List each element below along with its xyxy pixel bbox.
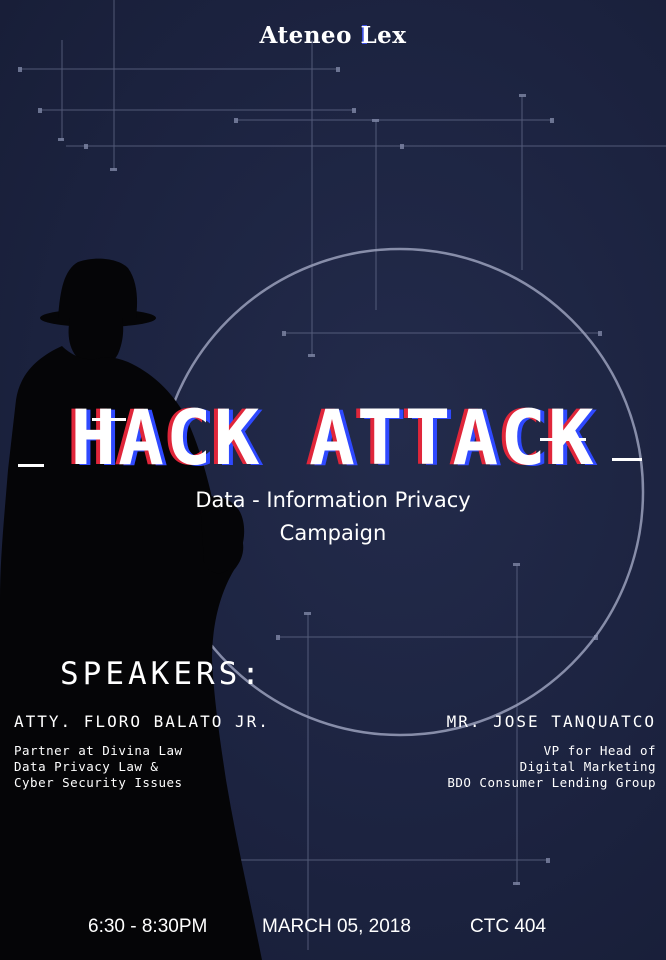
glitch-streak (540, 438, 586, 441)
speaker-right-role-line: VP for Head of (543, 743, 656, 758)
event-date: MARCH 05, 2018 (262, 916, 411, 937)
speaker-left-role-line: Data Privacy Law & (14, 759, 159, 774)
speaker-right-role-line: BDO Consumer Lending Group (447, 775, 656, 790)
speaker-right-role-line: Digital Marketing (519, 759, 656, 774)
speaker-left-role-line: Cyber Security Issues (14, 775, 183, 790)
speaker-left-role-line: Partner at Divina Law (14, 743, 183, 758)
subtitle-line-2: Campaign (279, 521, 387, 545)
speaker-left: ATTY. FLORO BALATO JR. Partner at Divina… (14, 712, 270, 791)
speaker-right: MR. JOSE TANQUATCO VP for Head of Digita… (447, 712, 656, 791)
logo-text-ateneo: Ateneo (259, 22, 352, 49)
ateneo-lex-logo: Ateneo Lex (0, 22, 666, 49)
poster: Ateneo Lex HACK ATTACK Data - Informatio… (0, 0, 666, 960)
subtitle-line-1: Data - Information Privacy (195, 488, 471, 512)
event-venue: CTC 404 (470, 916, 547, 937)
glitch-streak (414, 414, 444, 417)
event-details: 6:30 - 8:30PM MARCH 05, 2018 CTC 404 (0, 916, 666, 944)
glitch-streak (612, 458, 642, 461)
event-title: HACK ATTACK (70, 393, 596, 482)
speaker-left-name: ATTY. FLORO BALATO JR. (14, 712, 270, 731)
silhouette-figure (0, 258, 262, 960)
speakers-heading: SPEAKERS: (60, 656, 264, 692)
event-subtitle: Data - Information Privacy Campaign (0, 484, 666, 550)
glitch-streak (18, 464, 44, 467)
logo-text-lex: ex (377, 22, 407, 49)
event-time: 6:30 - 8:30PM (88, 916, 208, 937)
logo-lex-initial: L (360, 22, 378, 49)
speaker-right-name: MR. JOSE TANQUATCO (446, 712, 656, 731)
glitch-streak (92, 418, 126, 421)
